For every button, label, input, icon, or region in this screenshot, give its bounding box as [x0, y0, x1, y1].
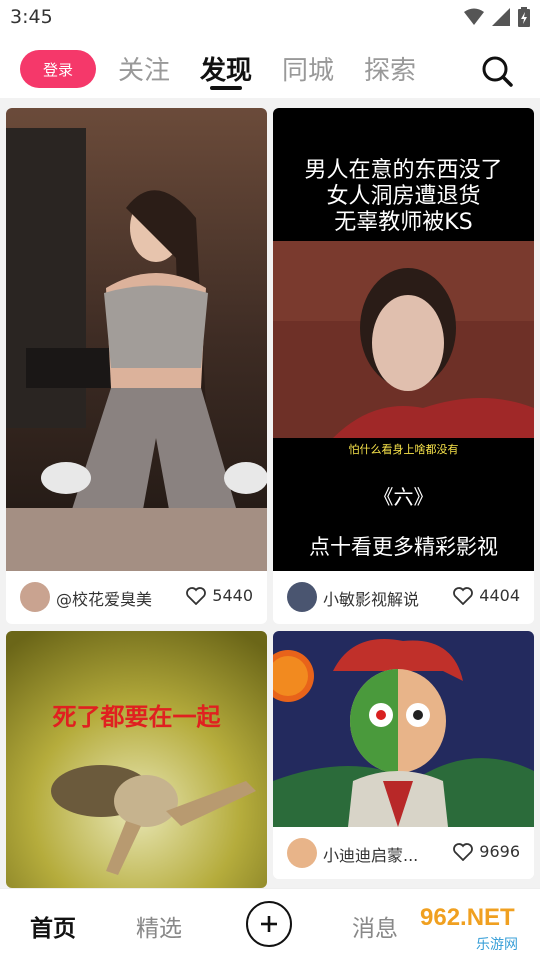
video-title-overlay: 男人在意的东西没了 女人洞房遭退货 无辜教师被KS [273, 158, 534, 236]
signal-icon [492, 8, 510, 26]
video-subtitle: 怕什么看身上啥都没有 [348, 443, 459, 456]
like-count: 5440 [212, 586, 253, 605]
status-icons [464, 7, 530, 27]
site-watermark: 962.NET 乐游网 [400, 904, 536, 954]
wifi-icon [464, 8, 484, 25]
nav-home[interactable]: 首页 [30, 909, 76, 943]
overlay-line: 无辜教师被KS [334, 210, 473, 235]
active-tab-indicator [210, 86, 242, 90]
tab-nearby[interactable]: 同城 [282, 50, 334, 87]
nav-featured[interactable]: 精选 [136, 909, 182, 943]
like-button[interactable]: 4404 [453, 586, 520, 605]
like-count: 9696 [479, 842, 520, 861]
watermark-text: 962.NET [420, 904, 515, 931]
plus-icon [261, 916, 277, 932]
video-thumbnail[interactable] [6, 108, 267, 571]
login-button[interactable]: 登录 [20, 50, 96, 88]
heart-icon [453, 586, 474, 605]
episode-label: 《六》 [373, 485, 434, 509]
nav-messages[interactable]: 消息 [352, 909, 398, 943]
author-name[interactable]: 小迪迪启蒙... [323, 842, 418, 866]
feed-card[interactable]: 男人在意的东西没了 女人洞房遭退货 无辜教师被KS 怕什么看身上啥都没有 《六》… [273, 108, 534, 624]
card-footer: 小迪迪启蒙... 9696 [273, 827, 534, 879]
author-name[interactable]: @校花爱臭美 [56, 586, 152, 610]
avatar[interactable] [20, 582, 50, 612]
like-count: 4404 [479, 586, 520, 605]
status-bar: 3:45 [0, 0, 540, 36]
avatar[interactable] [287, 582, 317, 612]
feed-card[interactable]: 死了都要在一起 [6, 631, 267, 888]
create-post-button[interactable] [246, 901, 292, 947]
video-thumbnail[interactable] [273, 631, 534, 827]
watermark-subtext: 乐游网 [476, 937, 518, 953]
avatar[interactable] [287, 838, 317, 868]
battery-icon [518, 7, 530, 27]
card-footer: 小敏影视解说 4404 [273, 571, 534, 623]
call-to-action-text: 点十看更多精彩影视 [309, 535, 498, 559]
tab-explore[interactable]: 探索 [364, 50, 416, 87]
like-button[interactable]: 9696 [453, 842, 520, 861]
card-footer: @校花爱臭美 5440 [6, 571, 267, 623]
search-icon[interactable] [480, 54, 514, 88]
author-name[interactable]: 小敏影视解说 [323, 586, 419, 610]
overlay-line: 男人在意的东西没了 [304, 158, 503, 183]
overlay-line: 女人洞房遭退货 [326, 184, 481, 209]
feed-card[interactable]: @校花爱臭美 5440 [6, 108, 267, 624]
heart-icon [453, 842, 474, 861]
video-thumbnail[interactable] [6, 631, 267, 888]
feed-card[interactable]: 小迪迪启蒙... 9696 [273, 631, 534, 879]
tab-discover[interactable]: 发现 [200, 50, 252, 87]
tab-following[interactable]: 关注 [118, 50, 170, 87]
video-title-overlay: 死了都要在一起 [52, 703, 221, 731]
status-time: 3:45 [10, 6, 53, 28]
heart-icon [186, 586, 207, 605]
top-navigation: 登录 关注 发现 同城 探索 [0, 36, 540, 98]
like-button[interactable]: 5440 [186, 586, 253, 605]
